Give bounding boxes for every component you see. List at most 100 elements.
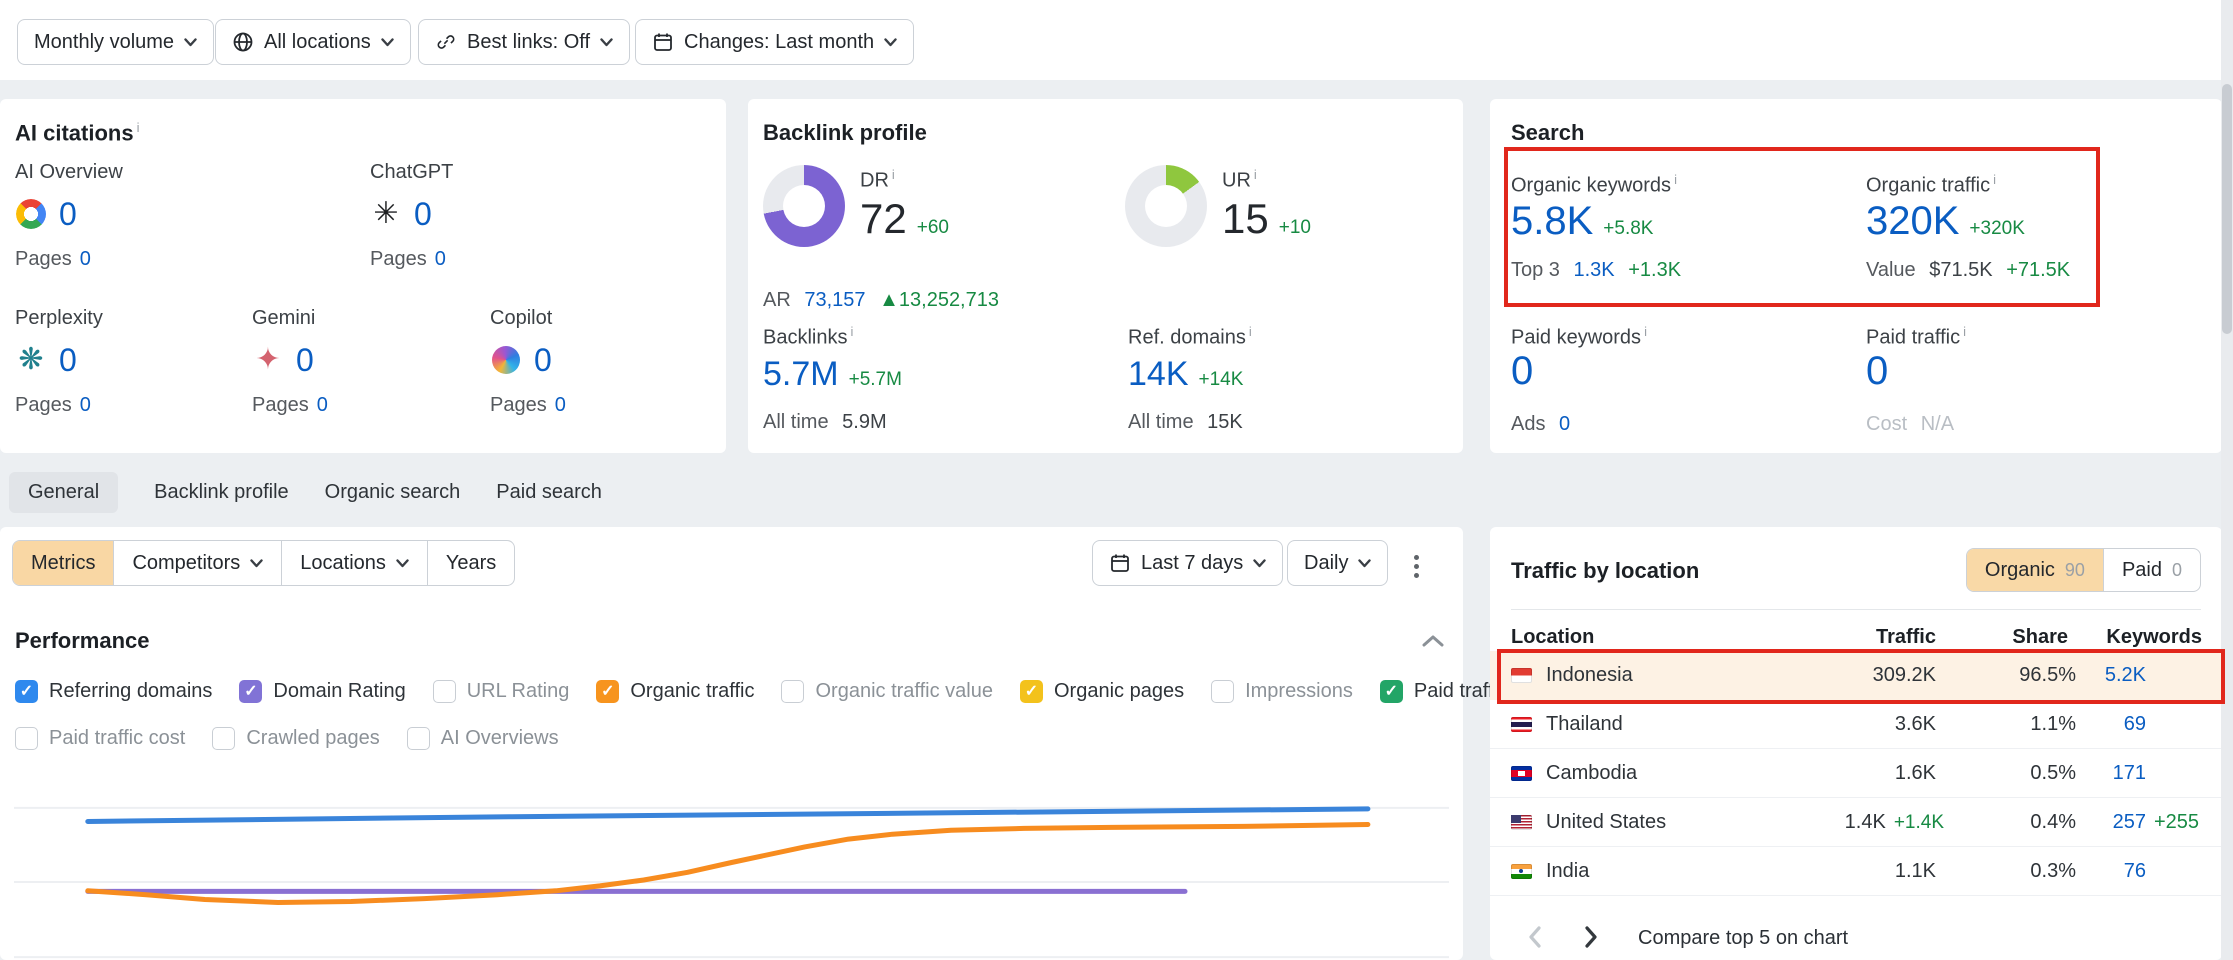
chevron-down-icon: [250, 559, 263, 568]
link-icon: [435, 31, 457, 53]
segment-locations[interactable]: Locations: [282, 541, 428, 585]
tab-paid-search[interactable]: Paid search: [496, 481, 602, 504]
pages-count-link[interactable]: 0: [80, 394, 91, 416]
tab-organic-search[interactable]: Organic search: [325, 481, 461, 504]
col-location[interactable]: Location: [1511, 626, 1786, 649]
info-icon[interactable]: i: [1249, 324, 1252, 339]
col-share[interactable]: Share: [1936, 626, 2068, 649]
backlinks-delta: +5.7M: [849, 369, 902, 390]
info-icon[interactable]: i: [850, 324, 853, 339]
best-links-filter[interactable]: Best links: Off: [418, 19, 630, 65]
keywords-link[interactable]: 76: [2076, 860, 2146, 883]
pages-count-link[interactable]: 0: [317, 394, 328, 416]
flag-thailand-icon: [1511, 717, 1532, 732]
info-icon[interactable]: i: [1963, 324, 1966, 339]
backlinks-value-link[interactable]: 5.7M: [763, 355, 839, 393]
paid-traffic-label: Paid traffic: [1866, 327, 1960, 349]
compare-top5-link[interactable]: Compare top 5 on chart: [1638, 927, 1848, 950]
keywords-link[interactable]: 257: [2076, 811, 2146, 834]
segment-metrics[interactable]: Metrics: [13, 541, 114, 585]
search-title: Search: [1511, 120, 1584, 146]
info-icon[interactable]: i: [1644, 324, 1647, 339]
more-options-icon[interactable]: [1408, 549, 1425, 584]
tab-backlink-profile[interactable]: Backlink profile: [154, 481, 289, 504]
keywords-link[interactable]: 69: [2076, 713, 2146, 736]
keywords-link[interactable]: 5.2K: [2076, 664, 2146, 687]
flag-united-states-icon: [1511, 815, 1532, 830]
ar-line: AR 73,157 ▲13,252,713: [763, 289, 999, 312]
checkbox-organic-traffic[interactable]: ✓Organic traffic: [596, 680, 754, 703]
checkbox-crawled-pages[interactable]: Crawled pages: [212, 727, 379, 750]
ai-overview-count[interactable]: 0: [59, 196, 77, 233]
ref-domains-value-link[interactable]: 14K: [1128, 355, 1189, 393]
info-icon[interactable]: i: [892, 167, 895, 182]
table-row-thailand[interactable]: Thailand 3.6K 1.1% 69: [1490, 700, 2222, 749]
organic-keywords-value-link[interactable]: 5.8K: [1511, 199, 1593, 243]
ur-delta: +10: [1279, 217, 1311, 238]
pages-count-link[interactable]: 0: [555, 394, 566, 416]
info-icon[interactable]: i: [137, 120, 140, 135]
chevron-down-icon: [1358, 559, 1371, 568]
checkbox-url-rating[interactable]: URL Rating: [433, 680, 570, 703]
segment-competitors[interactable]: Competitors: [114, 541, 282, 585]
perplexity-count[interactable]: 0: [59, 342, 77, 379]
pager-prev-icon[interactable]: [1526, 923, 1544, 951]
scrollbar-thumb[interactable]: [2222, 84, 2232, 334]
paid-traffic-value-link[interactable]: 0: [1866, 349, 1888, 393]
organic-traffic-value-link[interactable]: 320K: [1866, 199, 1959, 243]
dr-label: DR: [860, 170, 889, 192]
checkbox-referring-domains[interactable]: ✓Referring domains: [15, 680, 212, 703]
info-icon[interactable]: i: [1993, 172, 1996, 187]
locations-filter[interactable]: All locations: [215, 19, 411, 65]
checkbox-organic-pages[interactable]: ✓Organic pages: [1020, 680, 1184, 703]
tab-general[interactable]: General: [9, 472, 118, 513]
changes-filter[interactable]: Changes: Last month: [635, 19, 914, 65]
table-row-united-states[interactable]: United States 1.4K+1.4K 0.4% 257 +255: [1490, 798, 2222, 847]
dashboard: Monthly volume All locations Best links:…: [0, 0, 2233, 960]
granularity-button[interactable]: Daily: [1287, 540, 1388, 586]
toggle-organic[interactable]: Organic 90: [1967, 549, 2103, 591]
ar-value-link[interactable]: 73,157: [804, 289, 865, 311]
toggle-paid[interactable]: Paid 0: [2103, 549, 2200, 591]
table-row-cambodia[interactable]: Cambodia 1.6K 0.5% 171: [1490, 749, 2222, 798]
page-scrollbar: [2221, 0, 2233, 960]
pager-next-icon[interactable]: [1582, 923, 1600, 951]
checkbox-icon: [212, 727, 235, 750]
col-keywords[interactable]: Keywords: [2068, 626, 2202, 649]
flag-india-icon: [1511, 864, 1532, 879]
pages-count-link[interactable]: 0: [435, 248, 446, 270]
table-row-india[interactable]: India 1.1K 0.3% 76: [1490, 847, 2222, 896]
checkbox-ai-overviews[interactable]: AI Overviews: [407, 727, 559, 750]
top3-value-link[interactable]: 1.3K: [1574, 259, 1615, 281]
info-icon[interactable]: i: [1254, 167, 1257, 182]
ai-citations-title: AI citationsi: [15, 120, 139, 146]
checkbox-icon: [407, 727, 430, 750]
col-traffic[interactable]: Traffic: [1786, 626, 1936, 649]
checkbox-domain-rating[interactable]: ✓Domain Rating: [239, 680, 405, 703]
segment-years[interactable]: Years: [428, 541, 514, 585]
monthly-volume-filter[interactable]: Monthly volume: [17, 19, 214, 65]
organic-keywords-delta: +5.8K: [1603, 218, 1653, 239]
paid-keywords-value-link[interactable]: 0: [1511, 349, 1533, 393]
chatgpt-count[interactable]: 0: [414, 196, 432, 233]
keywords-link[interactable]: 171: [2076, 762, 2146, 785]
gemini-count[interactable]: 0: [296, 342, 314, 379]
performance-title: Performance: [15, 628, 150, 654]
metric-checkbox-row-1: ✓Referring domains ✓Domain Rating URL Ra…: [15, 676, 1508, 706]
checkbox-paid-traffic[interactable]: ✓Paid traffic: [1380, 680, 1508, 703]
checkbox-impressions[interactable]: Impressions: [1211, 680, 1353, 703]
checkbox-organic-traffic-value[interactable]: Organic traffic value: [781, 680, 993, 703]
collapse-section-icon[interactable]: [1420, 632, 1446, 650]
perplexity-metric: Perplexity ❋ 0 Pages0: [15, 307, 103, 417]
date-range-label: Last 7 days: [1141, 552, 1243, 575]
info-icon[interactable]: i: [1674, 172, 1677, 187]
date-range-button[interactable]: Last 7 days: [1092, 540, 1283, 586]
table-row-indonesia[interactable]: Indonesia 309.2K 96.5% 5.2K: [1490, 651, 2222, 700]
checkbox-paid-traffic-cost[interactable]: Paid traffic cost: [15, 727, 185, 750]
ads-count-link[interactable]: 0: [1559, 413, 1570, 435]
copilot-count[interactable]: 0: [534, 342, 552, 379]
pages-count-link[interactable]: 0: [80, 248, 91, 270]
granularity-label: Daily: [1304, 552, 1348, 575]
dr-delta: +60: [917, 217, 949, 238]
backlinks-alltime: All time 5.9M: [763, 411, 887, 434]
